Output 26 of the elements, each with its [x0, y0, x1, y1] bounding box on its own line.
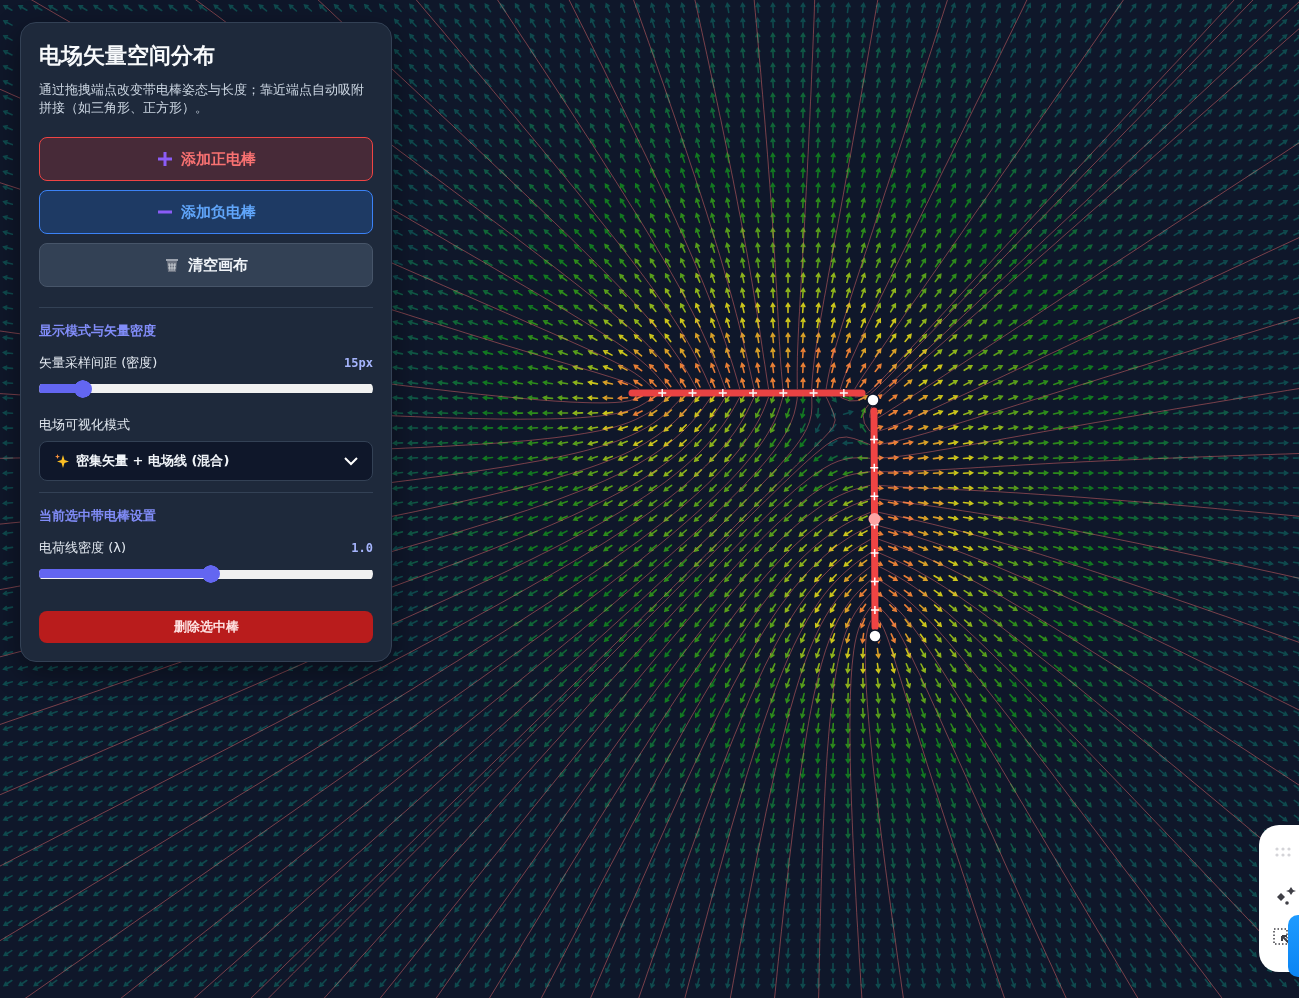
select-label: 电场可视化模式 [39, 416, 131, 434]
slider-value: 1.0 [351, 541, 373, 555]
trash-icon [164, 257, 180, 273]
sparkle-icon [54, 453, 70, 469]
selection-icon[interactable] [1273, 928, 1291, 946]
section-title: 当前选中带电棒设置 [39, 507, 157, 525]
section-title: 显示模式与矢量密度 [39, 322, 157, 340]
charged-rod[interactable] [628, 388, 866, 398]
charged-rod[interactable] [868, 407, 881, 631]
mode-dropdown[interactable]: 密集矢量 + 电场线 (混合) [39, 441, 373, 481]
slider-label: 电荷线密度 (λ) [39, 539, 126, 557]
add-negative-button[interactable]: 添加负电棒 [39, 190, 373, 234]
slider-label: 矢量采样间距 (密度) [39, 354, 158, 372]
drag-handle-icon[interactable] [1275, 847, 1291, 857]
clear-button[interactable]: 清空画布 [39, 243, 373, 287]
panel-title: 电场矢量空间分布 [39, 42, 216, 70]
panel-description: 通过拖拽端点改变带电棒姿态与长度；靠近端点自动吸附拼接（如三角形、正方形）。 [39, 81, 365, 117]
add-positive-button[interactable]: 添加正电棒 [39, 137, 373, 181]
slider-value: 15px [344, 356, 373, 370]
delete-button[interactable]: 删除选中棒 [39, 611, 373, 643]
endpoint-handle[interactable] [866, 393, 880, 407]
sparkle-icon[interactable] [1275, 886, 1297, 906]
chevron-down-icon [344, 456, 358, 466]
endpoint-handle[interactable] [868, 629, 882, 643]
plus-icon [156, 151, 173, 167]
rod-center-handle[interactable] [868, 513, 881, 525]
